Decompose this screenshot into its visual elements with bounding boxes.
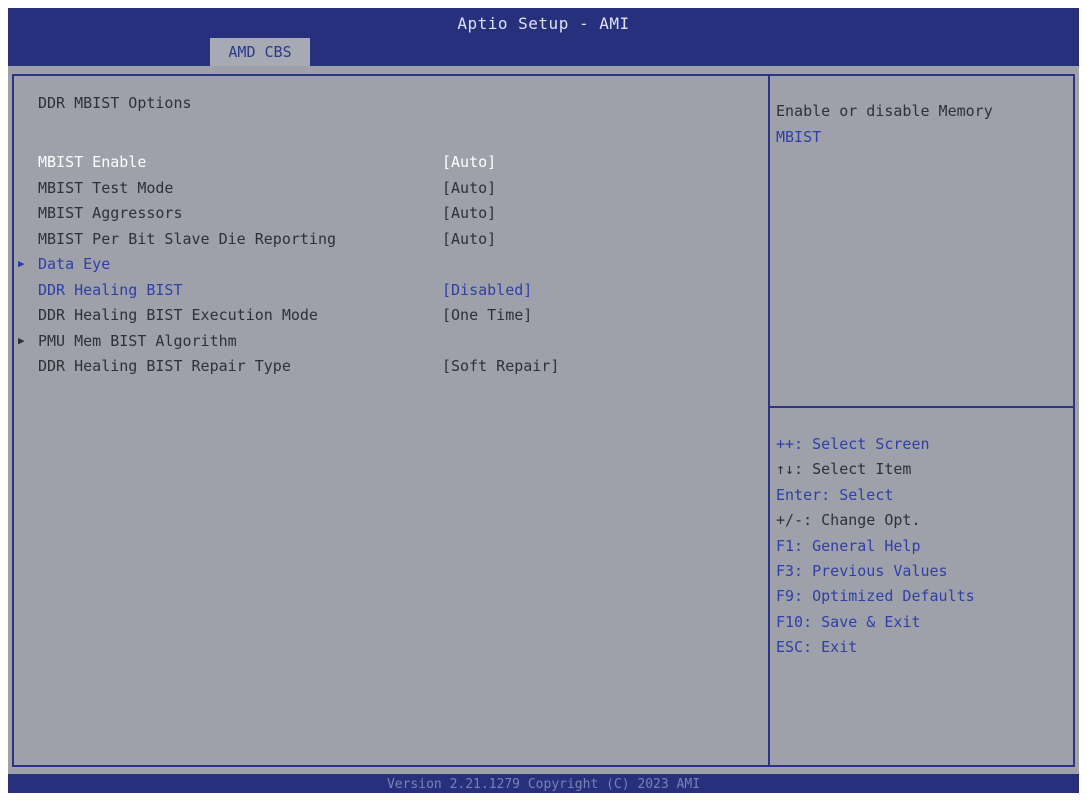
options-panel: DDR MBIST Options MBIST Enable [Auto] MB…: [12, 74, 770, 767]
option-label: MBIST Enable: [38, 153, 147, 171]
submenu-arrow-icon: ▶: [18, 257, 25, 270]
key-name: ESC:: [776, 638, 813, 657]
option-mbist-enable[interactable]: MBIST Enable [Auto]: [14, 150, 754, 174]
key-hint: +/-: Change Opt.: [776, 508, 1066, 533]
option-label: MBIST Test Mode: [38, 179, 174, 197]
key-description: Change Opt.: [821, 511, 921, 530]
help-line: MBIST: [776, 128, 822, 146]
option-value[interactable]: [Soft Repair]: [442, 354, 559, 378]
key-legend: ++: Select Screen ↑↓: Select Item Enter:…: [776, 432, 1066, 661]
option-label: DDR Healing BIST Repair Type: [38, 357, 291, 375]
option-ddr-healing-bist-execution-mode[interactable]: DDR Healing BIST Execution Mode [One Tim…: [14, 303, 754, 327]
key-hint: ↑↓: Select Item: [776, 457, 1066, 482]
key-name: ++:: [776, 435, 804, 453]
tab-amd-cbs[interactable]: AMD CBS: [210, 38, 310, 66]
help-divider: [770, 406, 1073, 408]
help-panel: Enable or disable Memory MBIST ++: Selec…: [768, 74, 1075, 767]
option-value[interactable]: [Auto]: [442, 150, 496, 174]
key-name: F3:: [776, 561, 804, 580]
key-description: General Help: [812, 536, 921, 555]
key-name: Enter:: [776, 485, 831, 504]
key-description: Select: [839, 485, 894, 504]
section-title: DDR MBIST Options: [38, 94, 192, 112]
key-name: F9:: [776, 587, 804, 606]
key-hint: F3: Previous Values: [776, 559, 1066, 584]
key-name: F10:: [776, 612, 813, 631]
option-mbist-aggressors[interactable]: MBIST Aggressors [Auto]: [14, 201, 754, 225]
submenu-pmu-mem-bist-algorithm[interactable]: ▶ PMU Mem BIST Algorithm: [14, 329, 754, 353]
key-hint: ++: Select Screen: [776, 432, 1066, 457]
option-value[interactable]: [Auto]: [442, 176, 496, 200]
key-description: Select Screen: [812, 435, 930, 453]
key-name: F1:: [776, 536, 804, 555]
key-hint: F10: Save & Exit: [776, 610, 1066, 635]
option-value[interactable]: [Auto]: [442, 201, 496, 225]
option-mbist-per-bit-slave-die-reporting[interactable]: MBIST Per Bit Slave Die Reporting [Auto]: [14, 227, 754, 251]
header-bar: Aptio Setup - AMI AMD CBS: [8, 8, 1079, 66]
help-description: Enable or disable Memory MBIST: [776, 98, 1066, 150]
key-name: ↑↓:: [776, 460, 804, 479]
option-label: Data Eye: [38, 255, 111, 273]
option-value[interactable]: [One Time]: [442, 303, 532, 327]
key-description: Optimized Defaults: [812, 587, 975, 606]
key-description: Exit: [821, 638, 858, 657]
footer-copyright: Version 2.21.1279 Copyright (C) 2023 AMI: [8, 774, 1079, 793]
key-hint: ESC: Exit: [776, 635, 1066, 660]
key-hint: F9: Optimized Defaults: [776, 584, 1066, 609]
bios-setup-window: Aptio Setup - AMI AMD CBS DDR MBIST Opti…: [8, 8, 1079, 793]
option-mbist-test-mode[interactable]: MBIST Test Mode [Auto]: [14, 176, 754, 200]
key-hint: Enter: Select: [776, 483, 1066, 508]
option-label: MBIST Aggressors: [38, 204, 183, 222]
option-value[interactable]: [Auto]: [442, 227, 496, 251]
key-hint: F1: General Help: [776, 534, 1066, 559]
option-label: DDR Healing BIST: [38, 281, 183, 299]
app-title: Aptio Setup - AMI: [457, 14, 630, 33]
submenu-arrow-icon: ▶: [18, 334, 25, 347]
option-ddr-healing-bist-repair-type[interactable]: DDR Healing BIST Repair Type [Soft Repai…: [14, 354, 754, 378]
option-label: MBIST Per Bit Slave Die Reporting: [38, 230, 337, 248]
key-description: Select Item: [812, 460, 912, 479]
help-line: Enable or disable Memory: [776, 102, 993, 120]
option-ddr-healing-bist[interactable]: DDR Healing BIST [Disabled]: [14, 278, 754, 302]
key-name: +/-:: [776, 511, 813, 530]
option-value[interactable]: [Disabled]: [442, 278, 532, 302]
option-label: PMU Mem BIST Algorithm: [38, 332, 237, 350]
key-description: Save & Exit: [821, 612, 921, 631]
submenu-data-eye[interactable]: ▶ Data Eye: [14, 252, 754, 276]
key-description: Previous Values: [812, 561, 948, 580]
option-label: DDR Healing BIST Execution Mode: [38, 306, 318, 324]
